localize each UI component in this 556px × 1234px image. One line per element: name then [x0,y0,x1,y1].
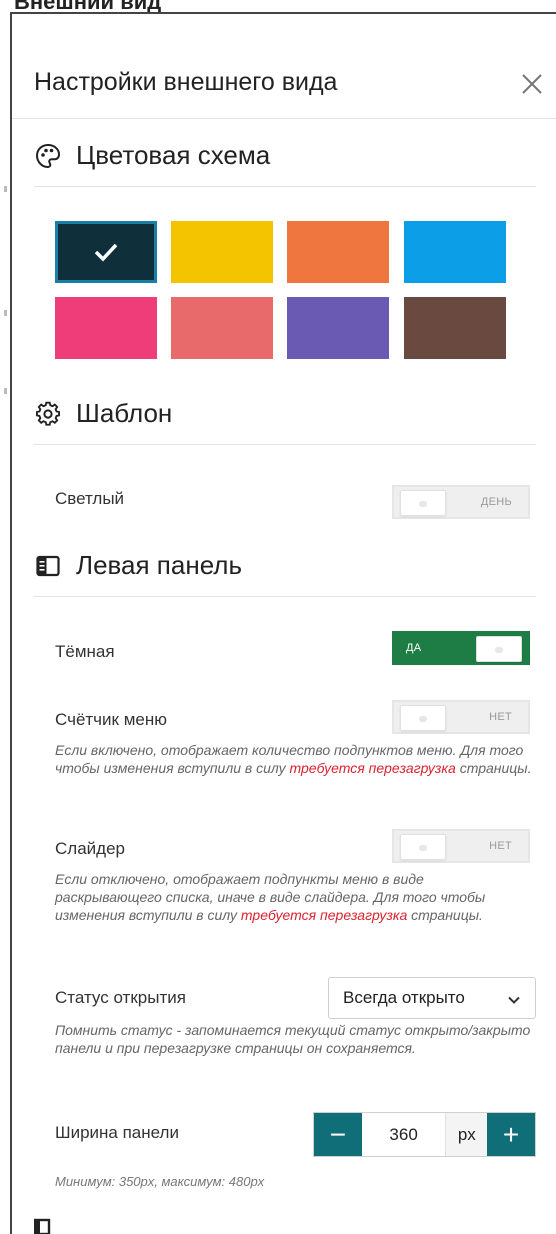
reload-warning: требуется перезагрузка [289,760,456,776]
checkmark-icon [58,224,154,280]
menu-counter-label: Счётчик меню [55,710,167,729]
help-text: страницы. [455,760,532,776]
open-status-selected: Всегда открыто [343,988,465,1007]
divider [34,596,536,597]
color-swatch-pink[interactable] [55,297,157,359]
page-heading-partial: Внешний вид [14,0,161,12]
toggle-knob [400,705,446,731]
color-swatch-dark-teal[interactable] [55,221,157,283]
color-swatch-brown[interactable] [404,297,506,359]
divider [34,186,536,187]
panel-left-border [10,12,12,1234]
open-status-select[interactable]: Всегда открыто [328,977,536,1019]
light-theme-label: Светлый [55,489,125,508]
left-panel-title: Левая панель [76,550,243,580]
menu-counter-toggle[interactable]: НЕТ [392,700,530,734]
template-heading: Шаблон [34,398,172,429]
dark-panel-toggle[interactable]: ДА [392,631,530,665]
menu-counter-help: Если включено, отображает количество под… [55,741,533,777]
panel-width-stepper: − 360 px + [313,1112,536,1157]
color-scheme-title: Цветовая схема [76,140,271,170]
open-status-help: Помнить статус - запоминается текущий ст… [55,1022,531,1056]
palette-icon [34,142,62,170]
slider-label: Слайдер [55,839,125,858]
toggle-state-label: НЕТ [489,840,512,852]
panel-width-unit: px [446,1113,488,1156]
settings-panel-header: Настройки внешнего вида [12,14,556,119]
toggle-state-label: НЕТ [489,711,512,723]
toggle-knob [476,636,522,662]
panel-width-hint: Минимум: 350px, максимум: 480px [55,1174,265,1189]
panel-width-label: Ширина панели [55,1123,179,1142]
left-panel-heading: Левая панель [34,550,242,581]
close-icon[interactable] [518,70,546,98]
slider-help: Если отключено, отображает подпункты мен… [55,870,533,924]
open-status-label: Статус открытия [55,988,186,1007]
color-swatch-purple[interactable] [287,297,389,359]
slider-toggle[interactable]: НЕТ [392,829,530,863]
decrease-width-button[interactable]: − [314,1113,362,1156]
toggle-knob [400,490,446,516]
color-swatch-yellow[interactable] [171,221,273,283]
gear-icon [34,400,62,428]
dark-panel-label: Тёмная [55,642,115,661]
color-swatch-orange[interactable] [287,221,389,283]
background-mark [4,388,7,394]
template-title: Шаблон [76,398,173,428]
toggle-state-label: ДЕНЬ [480,496,512,508]
next-section-icon [34,1218,56,1234]
panel-title: Настройки внешнего вида [34,68,338,96]
light-theme-toggle[interactable]: ДЕНЬ [392,485,530,519]
page-heading-cut: Внешний вид [0,0,556,12]
chevron-down-icon [507,992,521,1006]
background-mark [4,186,7,192]
color-swatch-salmon[interactable] [171,297,273,359]
sidebar-icon [34,552,62,580]
color-scheme-heading: Цветовая схема [34,140,270,171]
reload-warning: требуется перезагрузка [240,907,408,923]
divider [34,444,536,445]
help-text: страницы. [407,907,483,923]
increase-width-button[interactable]: + [487,1113,535,1156]
toggle-state-label: ДА [406,642,422,654]
color-swatch-blue[interactable] [404,221,506,283]
background-mark [4,310,7,316]
panel-width-input[interactable]: 360 [362,1113,447,1156]
toggle-knob [400,834,446,860]
